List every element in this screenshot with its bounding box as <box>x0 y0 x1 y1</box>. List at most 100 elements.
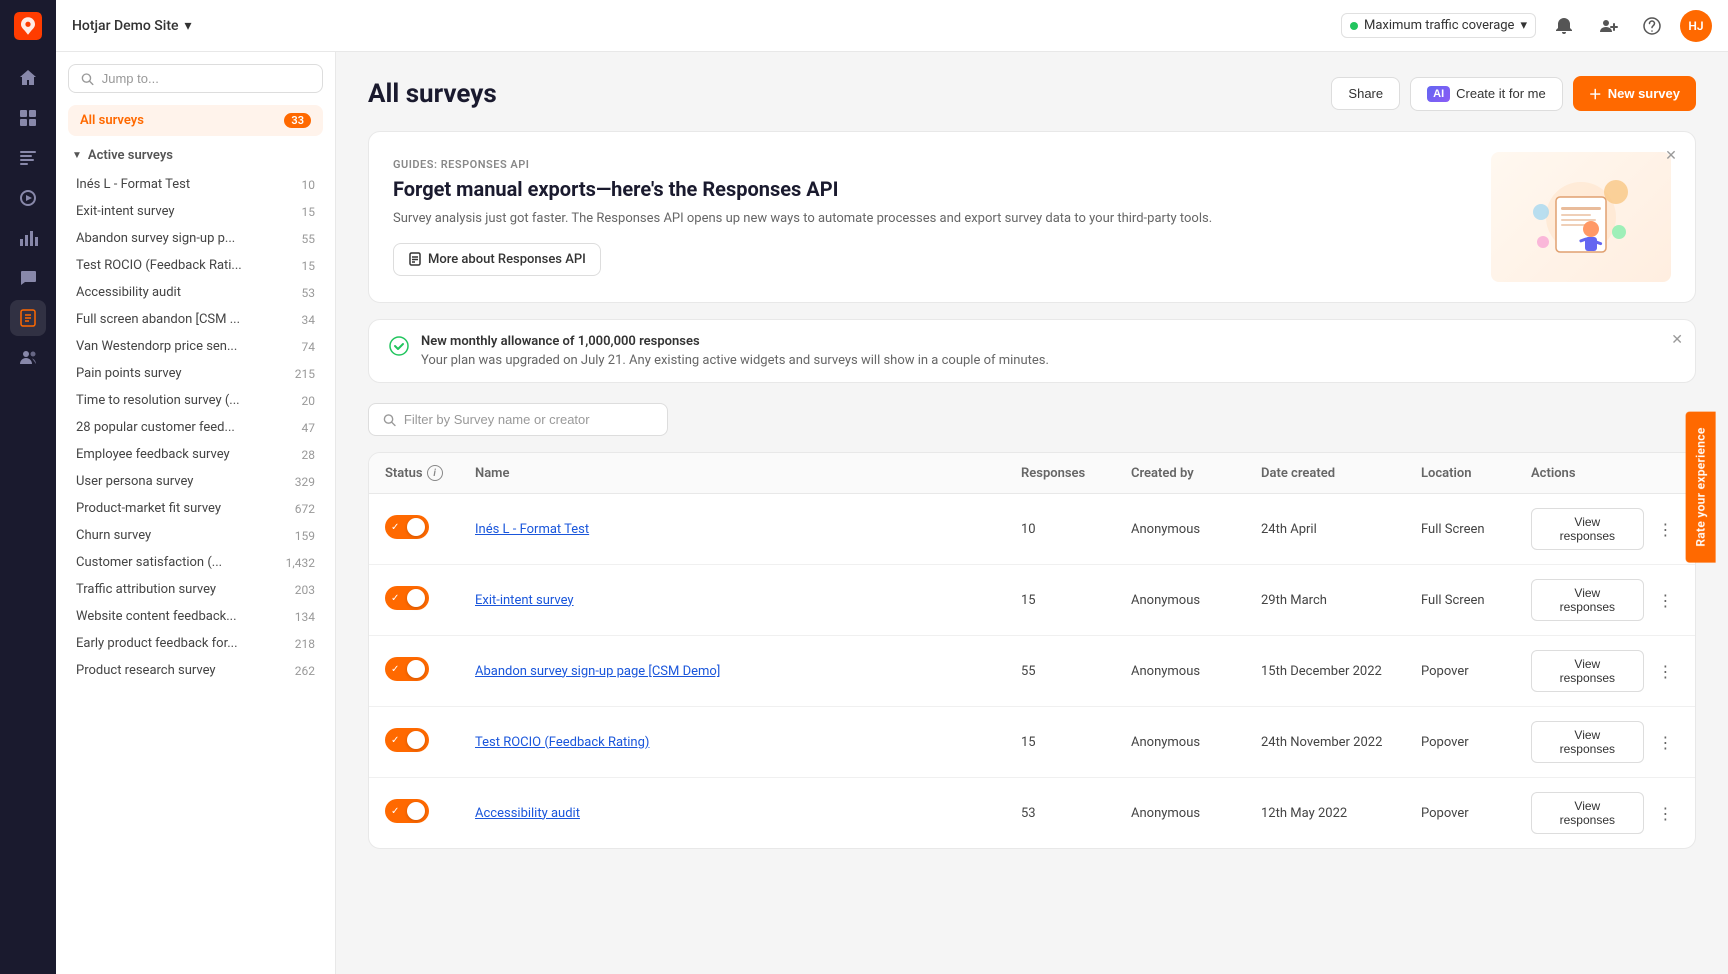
survey-name-link[interactable]: Test ROCIO (Feedback Rating) <box>475 735 649 750</box>
date-created-column-header: Date created <box>1245 453 1405 494</box>
sidebar-list-item[interactable]: Accessibility audit53 <box>68 279 323 306</box>
actions-cell: View responses ⋮ <box>1515 778 1695 849</box>
survey-toggle[interactable]: ✓ <box>385 799 429 823</box>
sidebar-item-count: 74 <box>302 340 316 354</box>
dashboard-nav-icon[interactable] <box>10 100 46 136</box>
sidebar-list-item[interactable]: Product-market fit survey672 <box>68 495 323 522</box>
sidebar-list-item[interactable]: Product research survey262 <box>68 657 323 684</box>
survey-name-link[interactable]: Exit-intent survey <box>475 593 574 608</box>
table-row: ✓ Abandon survey sign-up page [CSM Demo]… <box>369 636 1695 707</box>
help-icon[interactable] <box>1636 10 1668 42</box>
survey-toggle[interactable]: ✓ <box>385 657 429 681</box>
status-info-icon[interactable]: i <box>427 465 443 481</box>
user-avatar[interactable]: HJ <box>1680 10 1712 42</box>
hotjar-logo[interactable] <box>14 12 42 40</box>
all-surveys-count: 33 <box>284 113 311 128</box>
more-actions-button[interactable]: ⋮ <box>1652 799 1679 827</box>
rate-experience-tab[interactable]: Rate your experience <box>1685 411 1715 562</box>
sidebar-list-item[interactable]: Full screen abandon [CSM ...34 <box>68 306 323 333</box>
users-nav-icon[interactable] <box>10 340 46 376</box>
traffic-coverage-badge[interactable]: Maximum traffic coverage ▾ <box>1341 13 1536 38</box>
page-content: All surveys Share AI Create it for me ＋ … <box>336 52 1728 974</box>
status-cell: ✓ <box>369 707 459 778</box>
recordings-nav-icon[interactable] <box>10 180 46 216</box>
alert-close-button[interactable]: ✕ <box>1671 332 1683 348</box>
surveys-nav-icon[interactable] <box>10 300 46 336</box>
search-input[interactable] <box>102 71 310 86</box>
toggle-check-icon: ✓ <box>391 664 399 675</box>
sidebar-item-name: Inés L - Format Test <box>76 177 294 192</box>
survey-name-link[interactable]: Inés L - Format Test <box>475 522 589 537</box>
sidebar-list-item[interactable]: Customer satisfaction (...1,432 <box>68 549 323 576</box>
filter-input-box[interactable] <box>368 403 668 436</box>
banner-cta-label: More about Responses API <box>428 252 586 267</box>
sidebar-list-item[interactable]: Traffic attribution survey203 <box>68 576 323 603</box>
status-cell: ✓ <box>369 494 459 565</box>
survey-toggle[interactable]: ✓ <box>385 515 429 539</box>
more-actions-button[interactable]: ⋮ <box>1652 586 1679 614</box>
banner-cta-button[interactable]: More about Responses API <box>393 243 601 276</box>
all-surveys-label: All surveys <box>80 113 144 128</box>
location-cell: Full Screen <box>1405 565 1515 636</box>
sidebar-list-item[interactable]: Time to resolution survey (...20 <box>68 387 323 414</box>
search-box[interactable] <box>68 64 323 93</box>
sidebar-list-item[interactable]: Employee feedback survey28 <box>68 441 323 468</box>
filter-search-input[interactable] <box>404 412 653 427</box>
alert-title: New monthly allowance of 1,000,000 respo… <box>421 334 1675 349</box>
location-cell: Popover <box>1405 636 1515 707</box>
table-row: ✓ Test ROCIO (Feedback Rating) 15 Anonym… <box>369 707 1695 778</box>
sidebar-list-item[interactable]: Exit-intent survey15 <box>68 198 323 225</box>
view-responses-button[interactable]: View responses <box>1531 508 1644 550</box>
sidebar-list-item[interactable]: Early product feedback for...218 <box>68 630 323 657</box>
sidebar-item-name: Customer satisfaction (... <box>76 555 278 570</box>
create-with-ai-button[interactable]: AI Create it for me <box>1410 77 1563 111</box>
share-button[interactable]: Share <box>1331 77 1400 110</box>
banner-close-button[interactable]: ✕ <box>1659 144 1683 168</box>
home-nav-icon[interactable] <box>10 60 46 96</box>
site-name-selector[interactable]: Hotjar Demo Site ▾ <box>72 18 192 34</box>
more-actions-button[interactable]: ⋮ <box>1652 657 1679 685</box>
name-cell: Accessibility audit <box>459 778 1005 849</box>
notifications-icon[interactable] <box>1548 10 1580 42</box>
banner-content: GUIDES: RESPONSES API Forget manual expo… <box>393 158 1471 276</box>
sidebar-item-name: Pain points survey <box>76 366 287 381</box>
sidebar-item-name: Churn survey <box>76 528 287 543</box>
view-responses-button[interactable]: View responses <box>1531 721 1644 763</box>
app-container: Hotjar Demo Site ▾ Maximum traffic cover… <box>0 0 1728 974</box>
sidebar-list-item[interactable]: Test ROCIO (Feedback Rati...15 <box>68 252 323 279</box>
sidebar-list-item[interactable]: Inés L - Format Test10 <box>68 171 323 198</box>
view-responses-button[interactable]: View responses <box>1531 792 1644 834</box>
view-responses-button[interactable]: View responses <box>1531 579 1644 621</box>
more-actions-button[interactable]: ⋮ <box>1652 515 1679 543</box>
traffic-coverage-text: Maximum traffic coverage <box>1364 18 1514 33</box>
sidebar-list-item[interactable]: Van Westendorp price sen...74 <box>68 333 323 360</box>
survey-toggle[interactable]: ✓ <box>385 586 429 610</box>
active-surveys-header[interactable]: ▼ Active surveys <box>68 140 323 171</box>
created-by-cell: Anonymous <box>1115 494 1245 565</box>
actions-column-header: Actions <box>1515 453 1695 494</box>
location-column-header: Location <box>1405 453 1515 494</box>
survey-name-link[interactable]: Abandon survey sign-up page [CSM Demo] <box>475 664 720 679</box>
sidebar-list-item[interactable]: Churn survey159 <box>68 522 323 549</box>
sidebar-list-item[interactable]: Pain points survey215 <box>68 360 323 387</box>
new-survey-button[interactable]: ＋ New survey <box>1573 76 1696 111</box>
all-surveys-nav-item[interactable]: All surveys 33 <box>68 105 323 136</box>
heatmaps-nav-icon[interactable] <box>10 140 46 176</box>
sidebar-list-item[interactable]: Abandon survey sign-up p...55 <box>68 225 323 252</box>
document-icon <box>408 252 422 266</box>
view-responses-button[interactable]: View responses <box>1531 650 1644 692</box>
alert-content: New monthly allowance of 1,000,000 respo… <box>421 334 1675 368</box>
survey-name-link[interactable]: Accessibility audit <box>475 806 580 821</box>
more-actions-button[interactable]: ⋮ <box>1652 728 1679 756</box>
actions-cell: View responses ⋮ <box>1515 565 1695 636</box>
date-created-cell: 15th December 2022 <box>1245 636 1405 707</box>
sidebar-item-count: 28 <box>302 448 316 462</box>
analytics-nav-icon[interactable] <box>10 220 46 256</box>
sidebar-list-item[interactable]: Website content feedback...134 <box>68 603 323 630</box>
survey-toggle[interactable]: ✓ <box>385 728 429 752</box>
sidebar-list-item[interactable]: User persona survey329 <box>68 468 323 495</box>
feedback-nav-icon[interactable] <box>10 260 46 296</box>
add-user-icon[interactable] <box>1592 10 1624 42</box>
sidebar-list-item[interactable]: 28 popular customer feed...47 <box>68 414 323 441</box>
top-bar-right: Maximum traffic coverage ▾ HJ <box>1341 10 1712 42</box>
